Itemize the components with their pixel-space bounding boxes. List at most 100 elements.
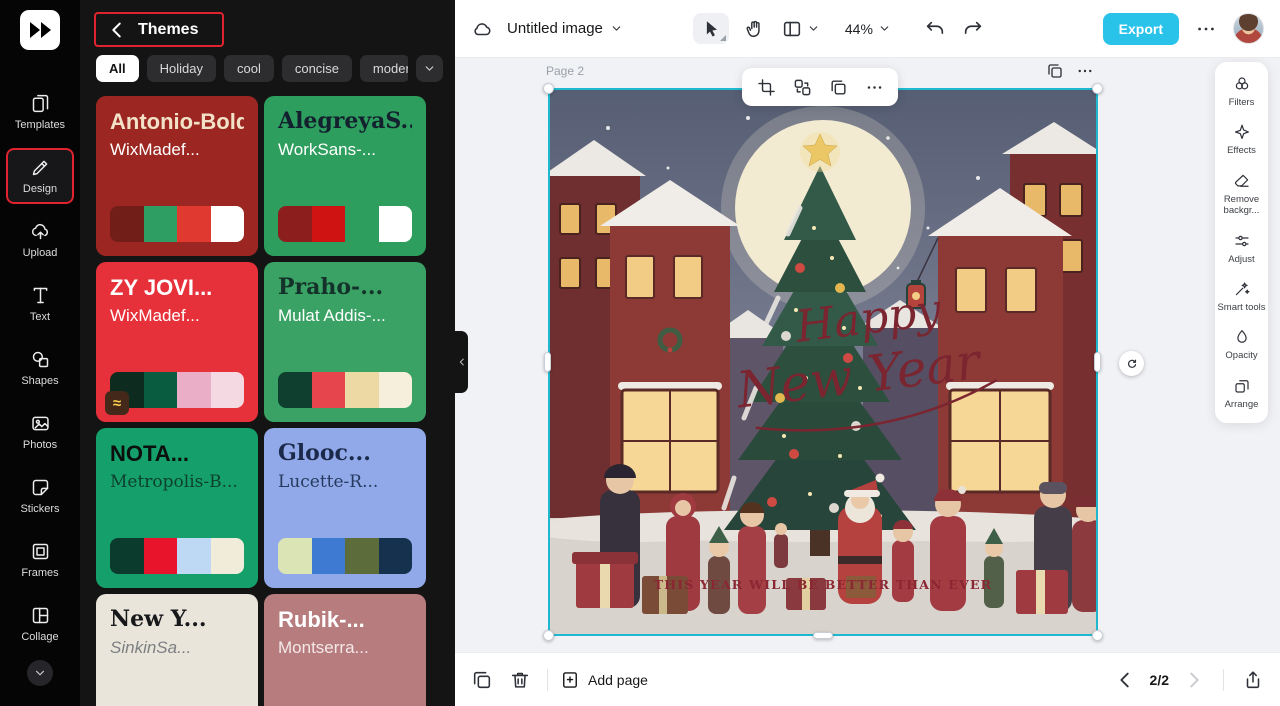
theme-card[interactable]: Rubik-... Montserra... bbox=[264, 594, 426, 706]
frames-icon bbox=[30, 541, 51, 562]
undo-button[interactable] bbox=[924, 18, 946, 40]
resize-handle-bottom-right[interactable] bbox=[1092, 630, 1103, 641]
duplicate-page-button[interactable] bbox=[471, 669, 493, 691]
panel-collapse-handle[interactable] bbox=[455, 331, 468, 393]
duplicate-button[interactable] bbox=[823, 72, 853, 102]
capcut-editor: Templates Design Upload Text Shapes Phot… bbox=[0, 0, 1280, 706]
sidebar-item-photos[interactable]: Photos bbox=[6, 404, 74, 460]
chevron-left-icon bbox=[1114, 669, 1136, 691]
more-options-button[interactable] bbox=[859, 72, 889, 102]
sidebar-item-frames[interactable]: Frames bbox=[6, 532, 74, 588]
filters-icon bbox=[1233, 75, 1251, 93]
page-label: Page 2 bbox=[546, 64, 585, 78]
resize-handle-left[interactable] bbox=[544, 352, 551, 372]
page-corner-controls bbox=[1046, 62, 1094, 80]
smart-tools-button[interactable]: Smart tools bbox=[1217, 280, 1266, 313]
remove-background-button[interactable]: Remove backgr... bbox=[1217, 172, 1266, 217]
adjust-button[interactable]: Adjust bbox=[1217, 232, 1266, 265]
theme-subtitle: SinkinSa... bbox=[110, 638, 192, 658]
photos-icon bbox=[30, 413, 51, 434]
christmas-artwork[interactable]: Happy New Year THIS YEAR WILL BE BETTER … bbox=[548, 88, 1098, 636]
sidebar-item-stickers[interactable]: Stickers bbox=[6, 468, 74, 524]
redo-button[interactable] bbox=[962, 18, 984, 40]
theme-card[interactable]: Antonio-Bold WixMadef... bbox=[96, 96, 258, 256]
resize-handle-top-right[interactable] bbox=[1092, 83, 1103, 94]
arrange-button[interactable]: Arrange bbox=[1217, 377, 1266, 410]
sidebar-item-design[interactable]: Design bbox=[6, 148, 74, 204]
add-page-icon bbox=[560, 670, 580, 690]
magic-wand-icon bbox=[1233, 280, 1251, 298]
replace-button[interactable] bbox=[787, 72, 817, 102]
crop-button[interactable] bbox=[751, 72, 781, 102]
chevron-down-icon bbox=[878, 22, 891, 35]
theme-card[interactable]: AlegreyaS... WorkSans-... bbox=[264, 96, 426, 256]
color-palette bbox=[110, 206, 244, 242]
sidebar-item-shapes[interactable]: Shapes bbox=[6, 340, 74, 396]
rail-expand-button[interactable] bbox=[27, 660, 53, 686]
filter-chip-all[interactable]: All bbox=[96, 55, 139, 82]
rotate-handle[interactable] bbox=[1119, 351, 1144, 376]
more-options-button[interactable] bbox=[1195, 18, 1217, 40]
templates-icon bbox=[30, 93, 51, 114]
page-more-button[interactable] bbox=[1076, 62, 1094, 80]
layout-tool-button[interactable] bbox=[781, 18, 820, 40]
capcut-logo[interactable] bbox=[20, 10, 60, 50]
share-button[interactable] bbox=[1242, 669, 1264, 691]
right-tool-panel: Filters Effects Remove backgr... Adjust … bbox=[1215, 62, 1268, 424]
filter-chip-cool[interactable]: cool bbox=[223, 55, 274, 82]
effects-button[interactable]: Effects bbox=[1217, 123, 1266, 156]
document-title[interactable]: Untitled image bbox=[507, 20, 623, 37]
resize-handle-bottom[interactable] bbox=[813, 632, 833, 639]
ellipsis-icon bbox=[865, 78, 884, 97]
resize-handle-bottom-left[interactable] bbox=[543, 630, 554, 641]
previous-page-button[interactable] bbox=[1114, 669, 1136, 691]
avatar[interactable] bbox=[1233, 13, 1264, 44]
zoom-control[interactable]: 44% bbox=[845, 21, 891, 37]
theme-card[interactable]: Glooc... Lucette-R... bbox=[264, 428, 426, 588]
theme-title: Antonio-Bold bbox=[110, 110, 244, 134]
cloud-save-icon[interactable] bbox=[471, 18, 493, 40]
theme-card[interactable]: New Y... SinkinSa... bbox=[96, 594, 258, 706]
sidebar-item-collage[interactable]: Collage bbox=[6, 596, 74, 652]
select-tool-button[interactable] bbox=[692, 13, 729, 44]
theme-subtitle: WixMadef... bbox=[110, 140, 200, 160]
next-page-button[interactable] bbox=[1183, 669, 1205, 691]
sidebar-item-text[interactable]: Text bbox=[6, 276, 74, 332]
collage-icon bbox=[30, 605, 51, 626]
filter-chip-holiday[interactable]: Holiday bbox=[146, 55, 216, 82]
theme-cards-grid: Antonio-Bold WixMadef... AlegreyaS... Wo… bbox=[96, 96, 440, 706]
top-bar-right: Export bbox=[1102, 12, 1264, 45]
effects-icon bbox=[1233, 123, 1251, 141]
filter-chip-concise[interactable]: concise bbox=[281, 55, 352, 82]
history-controls bbox=[924, 18, 984, 40]
opacity-button[interactable]: Opacity bbox=[1217, 328, 1266, 361]
resize-handle-top-left[interactable] bbox=[543, 83, 554, 94]
filter-chips: All Holiday cool concise modern bbox=[96, 55, 408, 82]
rail-nav: Templates Design Upload Text Shapes Phot… bbox=[0, 84, 80, 652]
theme-subtitle: Mulat Addis-... bbox=[278, 306, 386, 326]
delete-page-button[interactable] bbox=[509, 669, 531, 691]
theme-subtitle: Montserra... bbox=[278, 638, 369, 658]
sidebar-item-templates[interactable]: Templates bbox=[6, 84, 74, 140]
ellipsis-icon bbox=[1076, 62, 1094, 80]
export-button[interactable]: Export bbox=[1102, 12, 1179, 45]
add-page-button[interactable]: Add page bbox=[560, 670, 648, 690]
hand-tool-button[interactable] bbox=[744, 18, 766, 40]
theme-card[interactable]: NOTA... Metropolis-B... bbox=[96, 428, 258, 588]
theme-subtitle: Metropolis-B... bbox=[110, 472, 238, 493]
duplicate-icon bbox=[1046, 62, 1064, 80]
sidebar-item-upload[interactable]: Upload bbox=[6, 212, 74, 268]
theme-card[interactable]: ZY JOVI... WixMadef... ≈ bbox=[96, 262, 258, 422]
theme-card[interactable]: Praho-... Mulat Addis-... bbox=[264, 262, 426, 422]
filter-chip-modern[interactable]: modern bbox=[359, 55, 408, 82]
redo-icon bbox=[962, 18, 984, 40]
resize-handle-right[interactable] bbox=[1094, 352, 1101, 372]
theme-subtitle: Lucette-R... bbox=[278, 472, 379, 493]
panel-title: Themes bbox=[138, 20, 199, 38]
text-icon bbox=[30, 285, 51, 306]
duplicate-page-button[interactable] bbox=[1046, 62, 1064, 80]
filters-expand-button[interactable] bbox=[416, 55, 443, 82]
back-button[interactable] bbox=[106, 19, 128, 41]
layout-icon bbox=[781, 18, 803, 40]
filters-button[interactable]: Filters bbox=[1217, 75, 1266, 108]
